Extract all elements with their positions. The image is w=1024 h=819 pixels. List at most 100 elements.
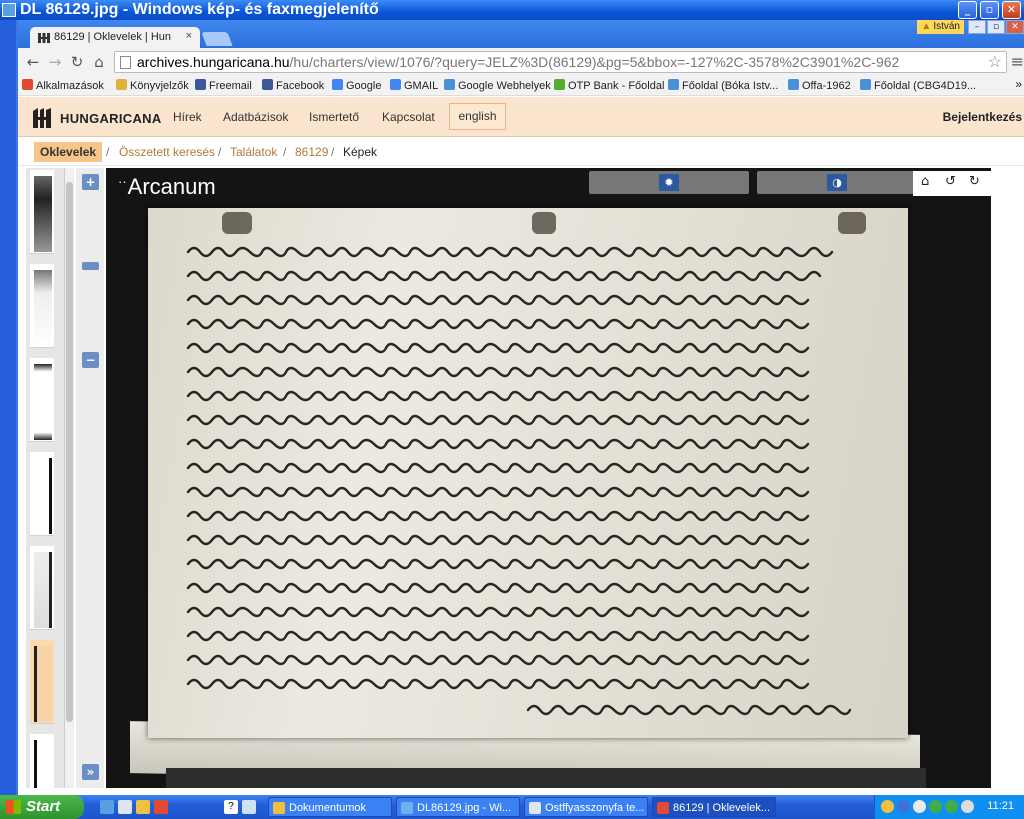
task-document[interactable]: Ostffyasszonyfa te... [524,797,648,817]
page-icon [668,79,679,90]
network-icon[interactable] [897,800,910,813]
minimize-button[interactable]: _ [958,1,977,19]
xp-titlebar: DL 86129.jpg - Windows kép- és faxmegjel… [0,0,1024,20]
logo-text: HUNGARICANA [60,111,162,126]
apps-icon [22,79,33,90]
arcanum-logo: ··Arcanum [118,174,216,199]
chrome-minimize-button[interactable]: – [968,20,986,34]
tab-active[interactable]: 86129 | Oklevelek | Hun × [30,27,200,49]
bookmarks-bar: Alkalmazások Könyvjelzők Freemail Facebo… [18,76,1024,96]
zoom-out-button[interactable]: − [82,352,99,368]
antivirus-icon[interactable] [929,800,942,813]
windows-flag-icon [6,800,21,814]
bookmark-item[interactable]: Facebook [262,79,324,92]
thumbnail-item[interactable] [30,546,54,630]
expand-panel-button[interactable]: » [82,764,99,780]
thumbnail-item[interactable] [30,264,54,348]
thumbnail-item[interactable] [30,170,54,254]
forward-icon[interactable]: → [46,53,64,71]
rotate-right-icon[interactable]: ↻ [969,174,980,189]
update-icon[interactable] [945,800,958,813]
brightness-slider[interactable]: ✹ [589,171,749,194]
help-icon[interactable]: ? [224,800,238,814]
volume-icon[interactable] [961,800,974,813]
nav-databases[interactable]: Adatbázisok [223,110,288,124]
site-header: HUNGARICANA Hírek Adatbázisok Ismertető … [18,97,1024,137]
breadcrumb-separator: / [106,145,110,159]
page-icon [860,79,871,90]
nav-about[interactable]: Ismertető [309,110,359,124]
hungaricana-favicon-icon [38,33,50,43]
tool-icon[interactable] [242,800,256,814]
bookmark-item[interactable]: OTP Bank - Főoldal [554,79,664,92]
bookmark-item[interactable]: Főoldal (Bóka Istv... [668,79,778,92]
bookmark-item[interactable]: Főoldal (CBG4D19... [860,79,976,92]
ie-icon[interactable] [100,800,114,814]
chrome-icon[interactable] [154,800,168,814]
task-image-viewer[interactable]: DL86129.jpg - Wi... [396,797,520,817]
zoom-slider-handle[interactable] [82,262,99,270]
maximize-button[interactable]: ▫ [980,1,999,19]
bookmark-item[interactable]: Offa-1962 [788,79,851,92]
task-chrome[interactable]: 86129 | Oklevelek... [652,797,776,817]
user-badge[interactable]: ▲ István [917,20,964,34]
new-tab-button[interactable] [201,32,233,46]
browser-window: 86129 | Oklevelek | Hun × ▲ István – ▫ ✕ … [16,20,1024,795]
back-icon[interactable]: ← [24,53,42,71]
bookmark-item[interactable]: Freemail [195,79,252,92]
thumbnail-item[interactable] [30,358,54,442]
reload-icon[interactable]: ↻ [68,53,86,71]
bookmark-star-icon[interactable]: ☆ [988,52,1002,72]
contrast-slider[interactable]: ◑ [757,171,917,194]
breadcrumb-record[interactable]: 86129 [295,145,328,159]
page-icon [788,79,799,90]
folder-icon [116,79,127,90]
desktop-icon[interactable] [118,800,132,814]
contrast-icon[interactable]: ◑ [827,174,847,191]
document-viewer[interactable]: ··Arcanum ✹ ◑ ⌂ ↺ ↻ [106,168,991,788]
menu-icon[interactable]: ≡ [1011,52,1024,71]
nav-news[interactable]: Hírek [173,110,202,124]
explorer-icon[interactable] [136,800,150,814]
url-path: /hu/charters/view/1076/?query=JELZ%3D(86… [289,54,900,70]
breadcrumb-separator: / [283,145,287,159]
address-bar[interactable]: archives.hungaricana.hu/hu/charters/view… [114,51,1007,73]
thumbnail-scrollbar[interactable] [64,168,74,788]
brightness-icon[interactable]: ✹ [659,174,679,191]
security-icon[interactable] [881,800,894,813]
charter-image [148,208,908,738]
otp-icon [554,79,565,90]
close-button[interactable]: ✕ [1002,1,1021,19]
home-view-icon[interactable]: ⌂ [921,174,929,189]
zoom-rail: + − » [76,168,104,788]
thumbnail-item[interactable] [30,452,54,536]
bookmark-item[interactable]: Könyvjelzők [116,79,189,92]
rotate-left-icon[interactable]: ↺ [945,174,956,189]
page-icon [120,56,131,69]
thumbnail-item[interactable] [30,734,54,788]
start-button[interactable]: Start [0,795,84,819]
task-dokumentumok[interactable]: Dokumentumok [268,797,392,817]
skype-icon[interactable] [913,800,926,813]
breadcrumb-advanced-search[interactable]: Összetett keresés [119,145,215,159]
scrollbar-handle[interactable] [66,182,73,722]
hungaricana-logo-icon [33,108,51,128]
bookmark-item[interactable]: Google [332,79,381,92]
thumbnail-item-active[interactable] [30,640,54,724]
bookmark-item[interactable]: Alkalmazások [22,79,104,92]
chrome-close-button[interactable]: ✕ [1006,20,1024,34]
language-button[interactable]: english [449,103,506,130]
handwriting-lines [186,212,866,716]
bookmark-item[interactable]: GMAIL [390,79,438,92]
url-host: archives.hungaricana.hu [137,54,290,70]
breadcrumb-results[interactable]: Találatok [230,145,277,159]
bookmarks-overflow-icon[interactable]: » [1015,77,1022,91]
home-icon[interactable]: ⌂ [90,53,108,71]
tab-close-icon[interactable]: × [186,30,192,42]
login-link[interactable]: Bejelentkezés [943,110,1022,124]
breadcrumb-root[interactable]: Oklevelek [34,142,103,162]
bookmark-item[interactable]: Google Webhelyek [444,79,551,92]
nav-contact[interactable]: Kapcsolat [382,110,435,124]
chrome-maximize-button[interactable]: ▫ [987,20,1005,34]
zoom-in-button[interactable]: + [82,174,99,190]
